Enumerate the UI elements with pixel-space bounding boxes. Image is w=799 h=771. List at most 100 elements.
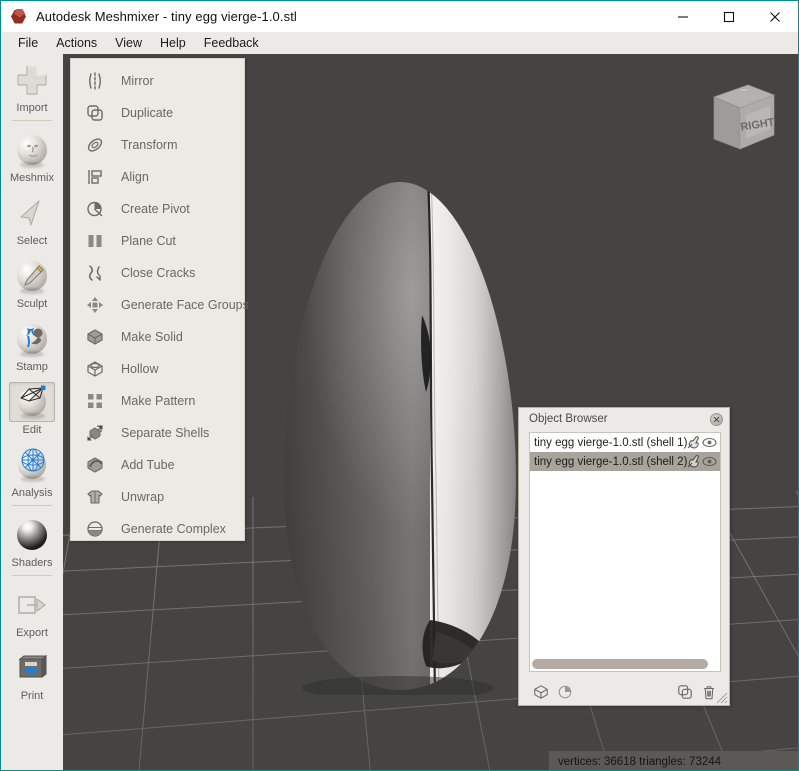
rail-divider bbox=[12, 575, 52, 576]
tool-print[interactable]: Print bbox=[1, 642, 63, 705]
hand-pointer-icon[interactable] bbox=[687, 455, 702, 468]
face-sphere-icon bbox=[9, 130, 55, 170]
menu-label: Plane Cut bbox=[121, 234, 176, 248]
edit-menu-item-close-cracks[interactable]: Close Cracks bbox=[71, 257, 244, 289]
tool-label: Select bbox=[16, 235, 48, 247]
menu-item-feedback[interactable]: Feedback bbox=[195, 34, 268, 52]
tool-label: Print bbox=[20, 690, 44, 702]
tool-stamp[interactable]: Stamp bbox=[1, 313, 63, 376]
title-bar: Autodesk Meshmixer - tiny egg vierge-1.0… bbox=[1, 1, 798, 32]
tool-edit[interactable]: Edit bbox=[1, 376, 63, 439]
tool-label: Edit bbox=[22, 424, 42, 436]
close-icon[interactable] bbox=[752, 1, 798, 32]
menu-bar: File Actions View Help Feedback bbox=[1, 32, 798, 54]
make-solid-icon bbox=[81, 325, 109, 349]
edit-menu-item-align[interactable]: Align bbox=[71, 161, 244, 193]
cube-icon[interactable] bbox=[529, 682, 553, 702]
object-name: tiny egg vierge-1.0.stl (shell 1) bbox=[534, 436, 688, 449]
meshmixer-window: Autodesk Meshmixer - tiny egg vierge-1.0… bbox=[0, 0, 799, 771]
tool-label: Meshmix bbox=[9, 172, 54, 184]
tool-rail: Import Meshmix Select Sculpt Stamp Edit … bbox=[1, 54, 63, 770]
menu-label: Close Cracks bbox=[121, 266, 196, 280]
tool-export[interactable]: Export bbox=[1, 579, 63, 642]
edit-menu-item-duplicate[interactable]: Duplicate bbox=[71, 97, 244, 129]
edit-menu-item-add-tube[interactable]: Add Tube bbox=[71, 449, 244, 481]
add-tube-icon bbox=[81, 453, 109, 477]
analysis-mesh-icon bbox=[9, 445, 55, 485]
create-pivot-icon bbox=[81, 197, 109, 221]
edit-menu-item-hollow[interactable]: Hollow bbox=[71, 353, 244, 385]
menu-label: Generate Face Groups bbox=[121, 298, 249, 312]
hollow-icon bbox=[81, 357, 109, 381]
plus-icon bbox=[9, 60, 55, 100]
object-name: tiny egg vierge-1.0.stl (shell 2) bbox=[534, 455, 688, 468]
menu-label: Make Solid bbox=[121, 330, 183, 344]
stamp-icon bbox=[9, 319, 55, 359]
mirror-icon bbox=[81, 69, 109, 93]
tool-analysis[interactable]: Analysis bbox=[1, 439, 63, 502]
egg-3d-model[interactable] bbox=[280, 180, 520, 695]
resize-grip-icon[interactable] bbox=[714, 690, 728, 704]
window-controls bbox=[660, 1, 798, 32]
eye-visibility-icon[interactable] bbox=[702, 437, 717, 448]
edit-menu-item-plane-cut[interactable]: Plane Cut bbox=[71, 225, 244, 257]
separate-shells-icon bbox=[81, 421, 109, 445]
print-icon bbox=[9, 648, 55, 688]
tool-label: Stamp bbox=[16, 361, 48, 373]
object-browser-title: Object Browser bbox=[529, 413, 608, 425]
menu-item-file[interactable]: File bbox=[9, 34, 47, 52]
menu-label: Generate Complex bbox=[121, 522, 226, 536]
menu-label: Align bbox=[121, 170, 149, 184]
maximize-icon[interactable] bbox=[706, 1, 752, 32]
rail-divider bbox=[12, 505, 52, 506]
unwrap-icon bbox=[81, 485, 109, 509]
tool-label: Import bbox=[16, 102, 48, 114]
object-list-item[interactable]: tiny egg vierge-1.0.stl (shell 1) bbox=[530, 433, 720, 452]
align-icon bbox=[81, 165, 109, 189]
scrollbar-thumb[interactable] bbox=[532, 659, 708, 669]
edit-menu-item-make-pattern[interactable]: Make Pattern bbox=[71, 385, 244, 417]
edit-menu-item-create-pivot[interactable]: Create Pivot bbox=[71, 193, 244, 225]
menu-label: Hollow bbox=[121, 362, 159, 376]
close-cracks-icon bbox=[81, 261, 109, 285]
export-icon bbox=[9, 585, 55, 625]
edit-menu-item-transform[interactable]: Transform bbox=[71, 129, 244, 161]
edit-menu-item-unwrap[interactable]: Unwrap bbox=[71, 481, 244, 513]
edit-menu-item-generate-face-groups[interactable]: Generate Face Groups bbox=[71, 289, 249, 321]
menu-item-view[interactable]: View bbox=[106, 34, 151, 52]
menu-item-actions[interactable]: Actions bbox=[47, 34, 106, 52]
horizontal-scrollbar[interactable] bbox=[532, 659, 718, 669]
menu-label: Mirror bbox=[121, 74, 154, 88]
tool-shaders[interactable]: Shaders bbox=[1, 509, 63, 572]
tool-meshmix[interactable]: Meshmix bbox=[1, 124, 63, 187]
menu-label: Add Tube bbox=[121, 458, 175, 472]
edit-menu-item-generate-complex[interactable]: Generate Complex bbox=[71, 513, 244, 545]
menu-label: Create Pivot bbox=[121, 202, 190, 216]
edit-menu-panel: Mirror Duplicate Transform Align Create … bbox=[70, 58, 249, 541]
transform-icon bbox=[81, 133, 109, 157]
tool-import[interactable]: Import bbox=[1, 54, 63, 117]
status-bar: vertices: 36618 triangles: 73244 bbox=[549, 751, 798, 770]
menu-label: Transform bbox=[121, 138, 178, 152]
close-circle-icon[interactable] bbox=[710, 412, 723, 426]
tool-label: Analysis bbox=[11, 487, 53, 499]
duplicate-object-icon[interactable] bbox=[673, 682, 697, 702]
object-browser-header: Object Browser bbox=[519, 408, 729, 430]
make-pattern-icon bbox=[81, 389, 109, 413]
eye-visibility-icon[interactable] bbox=[702, 456, 717, 467]
view-cube[interactable]: RIGHT bbox=[708, 77, 780, 157]
tool-sculpt[interactable]: Sculpt bbox=[1, 250, 63, 313]
window-title: Autodesk Meshmixer - tiny egg vierge-1.0… bbox=[36, 9, 297, 24]
edit-menu-item-separate-shells[interactable]: Separate Shells bbox=[71, 417, 244, 449]
pie-chart-icon[interactable] bbox=[553, 682, 577, 702]
edit-mesh-icon bbox=[9, 382, 55, 422]
edit-menu-item-make-solid[interactable]: Make Solid bbox=[71, 321, 244, 353]
menu-label: Unwrap bbox=[121, 490, 165, 504]
minimize-icon[interactable] bbox=[660, 1, 706, 32]
edit-menu-item-mirror[interactable]: Mirror bbox=[71, 65, 244, 97]
object-list[interactable]: tiny egg vierge-1.0.stl (shell 1) tiny e… bbox=[529, 432, 721, 672]
hand-pointer-icon[interactable] bbox=[687, 436, 702, 449]
object-list-item[interactable]: tiny egg vierge-1.0.stl (shell 2) bbox=[530, 452, 720, 471]
tool-select[interactable]: Select bbox=[1, 187, 63, 250]
menu-item-help[interactable]: Help bbox=[151, 34, 195, 52]
